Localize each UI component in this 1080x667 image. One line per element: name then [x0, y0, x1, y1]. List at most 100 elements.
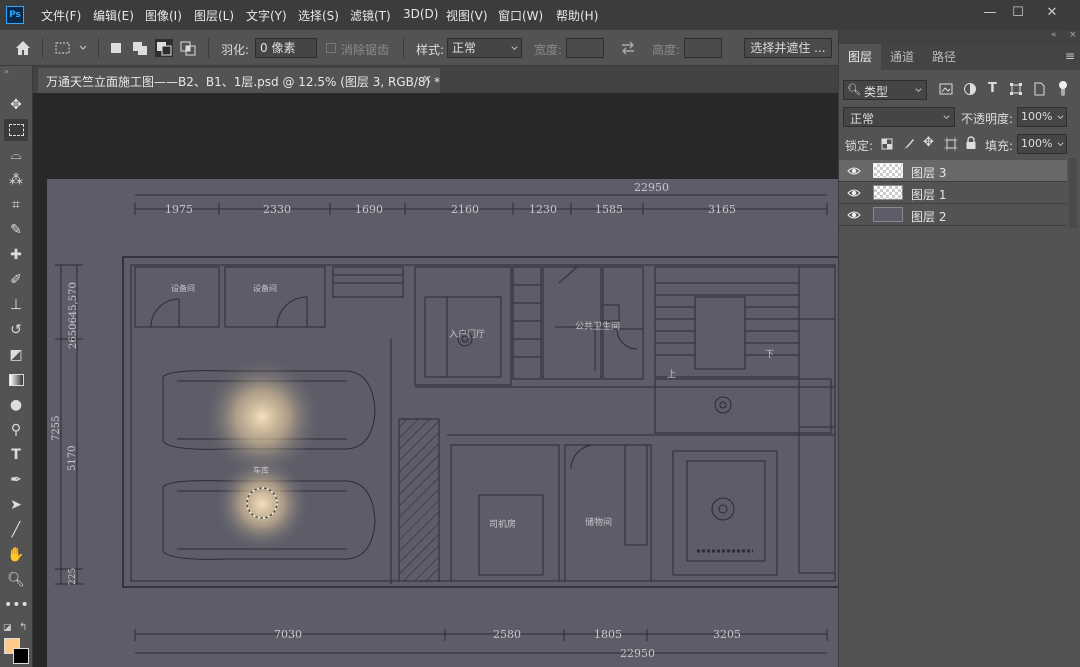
close-button[interactable]: ✕: [1038, 4, 1066, 22]
eraser-tool-icon[interactable]: ◩: [4, 344, 28, 366]
crop-tool-icon[interactable]: ⌗: [4, 194, 28, 216]
pen-tool-icon[interactable]: ✒: [4, 469, 28, 491]
document-tab-close-icon[interactable]: ×: [422, 72, 432, 86]
dim-bottom: 1805: [594, 628, 622, 641]
style-select[interactable]: 正常: [447, 38, 522, 58]
menu-view[interactable]: 视图(V): [446, 7, 488, 24]
room-label: 公共卫生间: [575, 320, 620, 332]
lock-artboard-icon[interactable]: [944, 137, 958, 151]
blur-tool-icon[interactable]: ●: [4, 394, 28, 416]
magic-wand-tool-icon[interactable]: ⁂: [4, 169, 28, 191]
layer-row-2[interactable]: 图层 2: [839, 204, 1067, 226]
filter-pixel-icon[interactable]: [939, 82, 953, 96]
lock-transparent-icon[interactable]: [881, 138, 893, 150]
layer-row-1[interactable]: 图层 1: [839, 182, 1067, 204]
layers-scrollbar[interactable]: [1069, 158, 1077, 228]
default-colors-icon[interactable]: ◪: [3, 623, 12, 633]
type-tool-icon[interactable]: T: [4, 444, 28, 466]
height-input[interactable]: [684, 38, 722, 58]
background-color-swatch[interactable]: [13, 648, 29, 664]
visibility-eye-icon[interactable]: [847, 208, 861, 222]
zoom-tool-icon[interactable]: 🔍︎: [4, 569, 28, 591]
tab-channels[interactable]: 通道: [881, 44, 923, 70]
fill-label: 填充:: [985, 139, 1014, 153]
canvas[interactable]: 22950 1975 2330 1690 2160 1230 1585 3165…: [47, 179, 838, 667]
menu-window[interactable]: 窗口(W): [498, 7, 543, 24]
hand-tool-icon[interactable]: ✋: [4, 544, 28, 566]
menu-3d[interactable]: 3D(D): [403, 7, 438, 21]
filter-adjustment-icon[interactable]: [963, 82, 977, 96]
panel-menu-icon[interactable]: ≡: [1065, 49, 1075, 63]
filter-toggle-icon[interactable]: [1058, 80, 1068, 98]
lock-position-icon[interactable]: ✥: [923, 135, 934, 150]
menu-help[interactable]: 帮助(H): [556, 7, 598, 24]
stamp-tool-icon[interactable]: ⊥: [4, 294, 28, 316]
menu-type[interactable]: 文字(Y): [246, 7, 287, 24]
tab-paths[interactable]: 路径: [923, 44, 965, 70]
intersect-selection-icon[interactable]: [179, 39, 197, 57]
menu-file[interactable]: 文件(F): [41, 7, 81, 24]
tab-layers[interactable]: 图层: [839, 44, 881, 70]
path-select-tool-icon[interactable]: ➤: [4, 494, 28, 516]
collapse-toolbar-icon[interactable]: »: [4, 67, 9, 76]
opacity-input[interactable]: 100%: [1017, 107, 1067, 127]
line-tool-icon[interactable]: ╱: [4, 519, 28, 541]
menu-image[interactable]: 图像(I): [145, 7, 182, 24]
swap-arrows-icon[interactable]: [619, 39, 637, 57]
new-selection-icon[interactable]: [107, 39, 125, 57]
filter-type-icon[interactable]: T: [988, 81, 997, 96]
document-tab[interactable]: 万通天竺立面施工图——B2、B1、1层.psd @ 12.5% (图层 3, R…: [38, 68, 440, 93]
layers-panel: « × 图层 通道 路径 ≡ 🔍︎ 类型 T 正常 不透明度: 100% 锁定:…: [838, 30, 1080, 667]
filter-shape-icon[interactable]: [1009, 82, 1023, 96]
feather-input[interactable]: 0 像素: [255, 38, 317, 58]
dim-bottom: 7030: [274, 628, 302, 641]
feather-label: 羽化:: [221, 43, 250, 57]
chevron-down-icon[interactable]: [78, 43, 88, 53]
dim-top: 1585: [595, 203, 623, 216]
lasso-tool-icon[interactable]: ⌓: [4, 144, 28, 166]
blend-mode-select[interactable]: 正常: [843, 107, 955, 127]
toolbar: » ✥ ⌓ ⁂ ⌗ ✎ ✚ ✐ ⊥ ↺ ◩ ● ⚲ T ✒ ➤ ╱ ✋ 🔍︎ •…: [0, 66, 33, 667]
healing-brush-tool-icon[interactable]: ✚: [4, 244, 28, 266]
menu-edit[interactable]: 编辑(E): [93, 7, 134, 24]
menu-filter[interactable]: 滤镜(T): [350, 7, 391, 24]
antialias-checkbox[interactable]: [326, 43, 336, 53]
close-panel-icon[interactable]: ×: [1069, 30, 1077, 40]
opacity-value: 100%: [1021, 110, 1053, 123]
maximize-button[interactable]: ☐: [1004, 4, 1032, 22]
history-brush-tool-icon[interactable]: ↺: [4, 319, 28, 341]
minimize-button[interactable]: —: [976, 4, 1004, 22]
fill-input[interactable]: 100%: [1017, 134, 1067, 154]
dim-left-top: 2650645,570: [68, 282, 79, 349]
more-tools-icon[interactable]: •••: [4, 594, 29, 616]
menu-layer[interactable]: 图层(L): [194, 7, 234, 24]
layer-name: 图层 2: [911, 210, 947, 224]
menu-bar: Ps 文件(F) 编辑(E) 图像(I) 图层(L) 文字(Y) 选择(S) 滤…: [0, 0, 1080, 30]
layer-row-3[interactable]: 图层 3: [839, 160, 1067, 182]
filter-smart-object-icon[interactable]: [1032, 82, 1046, 96]
dodge-tool-icon[interactable]: ⚲: [4, 419, 28, 441]
select-and-mask-button[interactable]: 选择并遮住 ...: [744, 38, 832, 58]
lock-all-icon[interactable]: [965, 136, 977, 150]
visibility-eye-icon[interactable]: [847, 164, 861, 178]
menu-select[interactable]: 选择(S): [298, 7, 339, 24]
subtract-from-selection-icon[interactable]: [155, 39, 173, 57]
layer-thumbnail: [873, 163, 903, 178]
visibility-eye-icon[interactable]: [847, 186, 861, 200]
brush-tool-icon[interactable]: ✐: [4, 269, 28, 291]
move-tool-icon[interactable]: ✥: [4, 94, 28, 116]
width-input[interactable]: [566, 38, 604, 58]
rect-marquee-tool-icon[interactable]: [4, 119, 28, 141]
swap-colors-icon[interactable]: ↰: [19, 622, 27, 633]
chevron-down-icon: [943, 115, 950, 120]
add-to-selection-icon[interactable]: [131, 39, 149, 57]
rect-marquee-icon[interactable]: [54, 39, 72, 57]
gradient-tool-icon[interactable]: [4, 369, 28, 391]
filter-kind-select[interactable]: 🔍︎ 类型: [843, 80, 927, 100]
panel-header-strip: « ×: [839, 30, 1080, 44]
chevron-down-icon: [1057, 115, 1064, 120]
eyedropper-tool-icon[interactable]: ✎: [4, 219, 28, 241]
home-icon[interactable]: [14, 39, 32, 57]
lock-paint-brush-icon[interactable]: [902, 137, 916, 151]
collapse-panel-icon[interactable]: «: [1051, 30, 1057, 40]
